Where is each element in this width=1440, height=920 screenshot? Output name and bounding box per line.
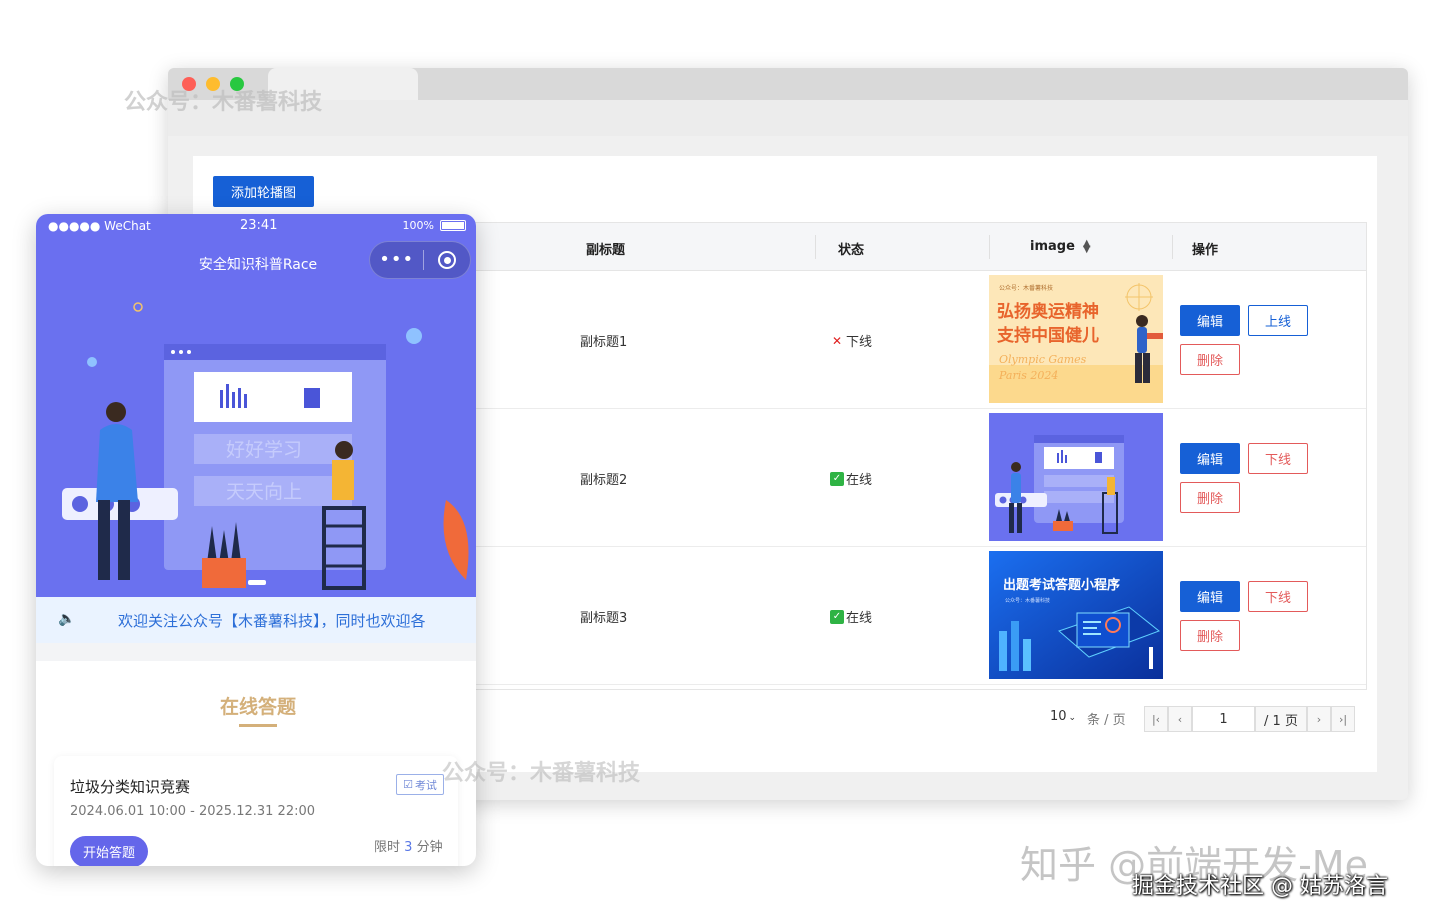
title-bar [168,68,1408,102]
online-check-icon: ✓ [830,609,844,624]
address-bar[interactable] [168,100,1408,136]
add-carousel-button[interactable]: 添加轮播图 [213,176,314,207]
watermark-top: 公众号：木番薯科技 [124,90,323,115]
svg-text:支持中国健儿: 支持中国健儿 [997,325,1099,346]
subtitle-cell: 副标题3 [580,611,628,626]
page-size-select[interactable]: 10 ⌄ [1050,709,1076,724]
sort-icon[interactable]: ▲ ▼ [1083,238,1091,254]
column-header-image-label: image [1030,239,1075,254]
time-limit-suffix: 分钟 [416,840,443,855]
status-label: 下线 [846,335,873,350]
quiz-date-range: 2024.06.01 10:00 - 2025.12.31 22:00 [70,804,316,819]
time-limit-value: 3 [404,840,413,855]
carrier-label: ●●●●● WeChat [48,219,151,233]
time-limit-prefix: 限时 [374,840,401,855]
phone-mockup: ●●●●● WeChat 23:41 100% 安全知识科普Race ••• 好… [36,214,476,866]
set-offline-button[interactable]: 下线 [1248,443,1308,474]
column-divider [1172,235,1173,259]
banner-carousel[interactable]: 好好学习 天天向上 [36,290,476,597]
column-header-actions: 操作 [1192,243,1219,258]
column-divider [989,235,990,259]
notice-bar[interactable]: 🔈 欢迎关注公众号【木番薯科技】，同时也欢迎各 [36,597,476,643]
svg-text:Olympic Games: Olympic Games [999,353,1087,366]
delete-button[interactable]: 删除 [1180,620,1240,651]
total-pages-label: / 1 页 [1255,706,1307,732]
carousel-image-quiz-app: 出题考试答题小程序 公众号：木番薯科技 [989,551,1163,679]
battery-status: 100% [403,219,466,232]
status-label: 在线 [846,473,873,488]
speaker-icon: 🔈 [58,611,76,627]
battery-percent: 100% [402,219,434,232]
edit-button[interactable]: 编辑 [1180,443,1240,474]
svg-text:天天向上: 天天向上 [226,481,302,503]
set-offline-button[interactable]: 下线 [1248,581,1308,612]
close-mini-program-icon[interactable] [424,251,470,269]
status-cell: ✓ 在线 [830,469,872,488]
exam-badge: ☑ 考试 [396,774,444,795]
carousel-image-olympic: 公众号：木番薯科技 弘扬奥运精神 支持中国健儿 Olympic Games Pa… [989,275,1163,403]
page-size-value: 10 [1050,709,1067,724]
svg-text:弘扬奥运精神: 弘扬奥运精神 [997,301,1099,322]
section-title: 在线答题 [219,696,296,718]
time-limit: 限时 3 分钟 [374,836,443,855]
svg-text:公众号：木番薯科技: 公众号：木番薯科技 [999,284,1053,292]
more-options-icon[interactable]: ••• [370,250,423,270]
svg-text:出题考试答题小程序: 出题考试答题小程序 [1003,577,1120,593]
quiz-card[interactable]: 垃圾分类知识竞赛 ☑ 考试 2024.06.01 10:00 - 2025.12.… [54,756,458,866]
next-page-icon[interactable]: › [1307,706,1331,732]
exam-icon: ☑ [403,778,413,791]
delete-button[interactable]: 删除 [1180,482,1240,513]
column-divider [815,235,816,259]
chevron-down-icon: ⌄ [1068,713,1077,723]
status-cell: ✓ 在线 [830,607,872,626]
column-header-subtitle: 副标题 [586,243,626,258]
subtitle-cell: 副标题2 [580,473,628,488]
battery-icon [440,220,466,231]
svg-text:Paris 2024: Paris 2024 [998,369,1058,382]
edit-button[interactable]: 编辑 [1180,305,1240,336]
edit-button[interactable]: 编辑 [1180,581,1240,612]
section-underline [239,724,277,727]
svg-text:好好学习: 好好学习 [226,439,302,461]
prev-page-icon[interactable]: ‹ [1168,706,1192,732]
offline-x-icon: ✕ [831,333,843,348]
carousel-image-study [989,413,1163,541]
status-cell: ✕ 下线 [830,331,873,351]
section-gap [36,643,476,661]
start-quiz-button[interactable]: 开始答题 [70,836,148,866]
watermark-juejin: 掘金技术社区 @ 姑苏洛言 [1132,874,1388,899]
status-label: 在线 [846,611,873,626]
subtitle-cell: 副标题1 [580,335,628,350]
last-page-icon[interactable]: ›| [1331,706,1355,732]
notice-text: 欢迎关注公众号【木番薯科技】，同时也欢迎各 [118,612,426,630]
mini-program-capsule: ••• [369,241,471,279]
page-number-input[interactable]: 1 [1192,706,1255,732]
quiz-title: 垃圾分类知识竞赛 [70,778,191,796]
set-online-button[interactable]: 上线 [1248,305,1308,336]
svg-text:公众号：木番薯科技: 公众号：木番薯科技 [1005,597,1050,604]
online-check-icon: ✓ [830,471,844,486]
column-header-status: 状态 [838,243,865,258]
clock: 23:41 [240,218,278,233]
phone-header: ●●●●● WeChat 23:41 100% 安全知识科普Race ••• [36,214,476,290]
watermark-middle: 公众号：木番薯科技 [442,761,641,786]
column-header-image[interactable]: image ▲ ▼ [1030,238,1091,254]
first-page-icon[interactable]: |‹ [1144,706,1168,732]
delete-button[interactable]: 删除 [1180,344,1240,375]
per-page-label: 条 / 页 [1087,713,1126,728]
exam-badge-label: 考试 [414,778,437,792]
